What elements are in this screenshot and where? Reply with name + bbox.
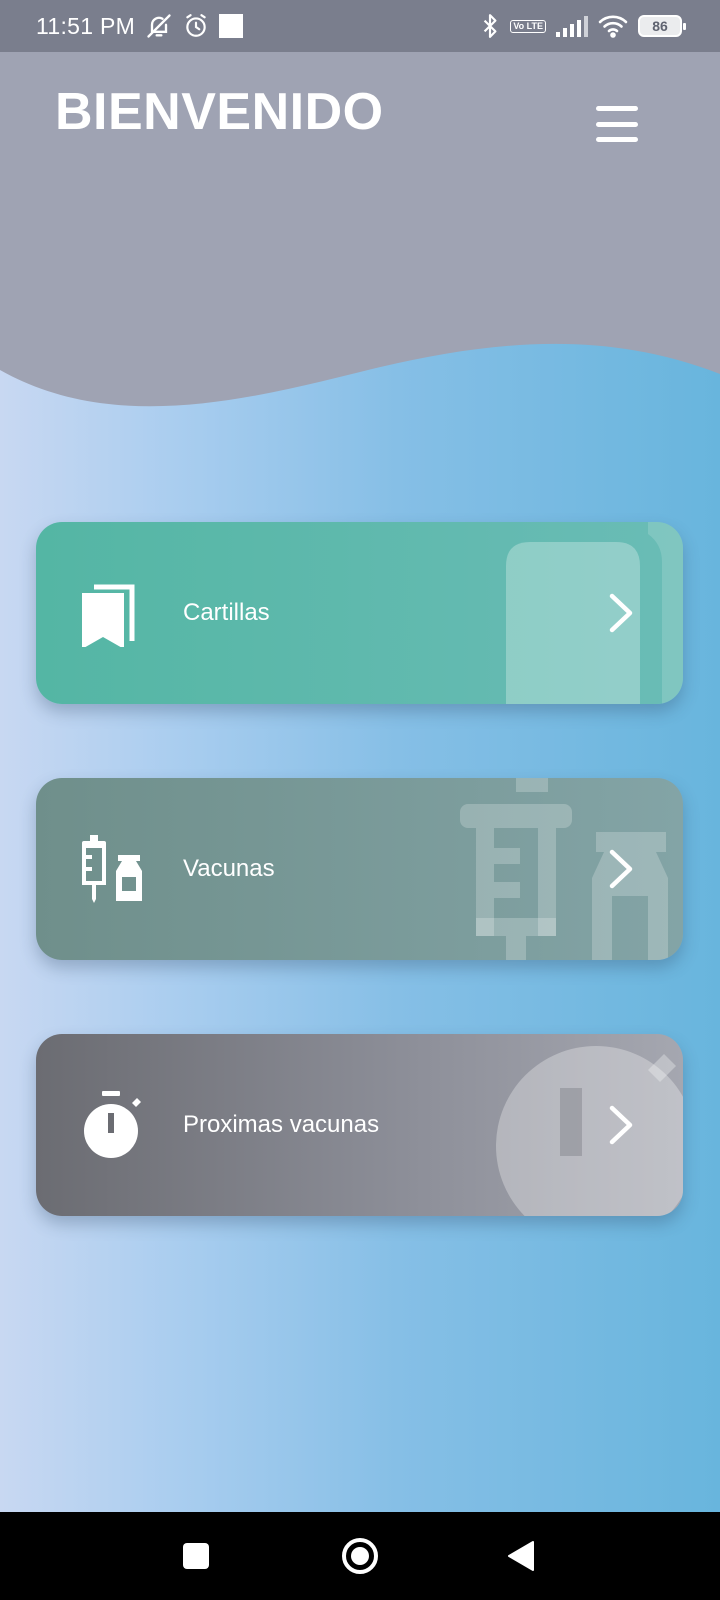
page-title: BIENVENIDO [55,83,384,141]
status-bar: 11:51 PM Vo LTE 86 [0,0,720,52]
navigation-bar [0,1512,720,1600]
home-circle-icon [342,1538,378,1574]
vacunas-card[interactable]: Vacunas [36,778,683,960]
home-button[interactable] [340,1536,380,1576]
cartillas-card[interactable]: Cartillas [36,522,683,704]
bell-off-icon [145,12,173,40]
bluetooth-icon [480,13,500,39]
chevron-right-icon [609,1105,633,1145]
stopwatch-icon [84,1091,141,1158]
chevron-right-icon [609,849,633,889]
bookmarks-icon [82,584,135,647]
status-right: Vo LTE 86 [480,13,686,39]
proximas-vacunas-card[interactable]: Proximas vacunas [36,1034,683,1216]
volte-icon: Vo LTE [510,19,546,33]
alarm-icon [183,13,209,39]
chevron-right-icon [609,593,633,633]
cartillas-label: Cartillas [183,599,270,626]
proximas-vacunas-label: Proximas vacunas [183,1111,380,1138]
syringe-vial-icon [82,835,142,903]
hamburger-menu-button[interactable] [596,106,642,142]
status-time: 11:51 PM [36,12,136,39]
back-triangle-icon [508,1541,534,1571]
battery-icon: 86 [638,15,686,37]
signal-icon [556,15,588,37]
wifi-icon [598,14,628,38]
recents-square-icon [183,1543,209,1569]
hamburger-menu-icon [596,106,638,111]
recents-button[interactable] [176,1536,216,1576]
hamburger-line [596,137,638,142]
square-notification-icon [219,14,244,38]
vacunas-label: Vacunas [183,855,275,882]
hamburger-line [596,121,638,127]
back-button[interactable] [502,1536,542,1576]
status-left: 11:51 PM [36,12,244,40]
